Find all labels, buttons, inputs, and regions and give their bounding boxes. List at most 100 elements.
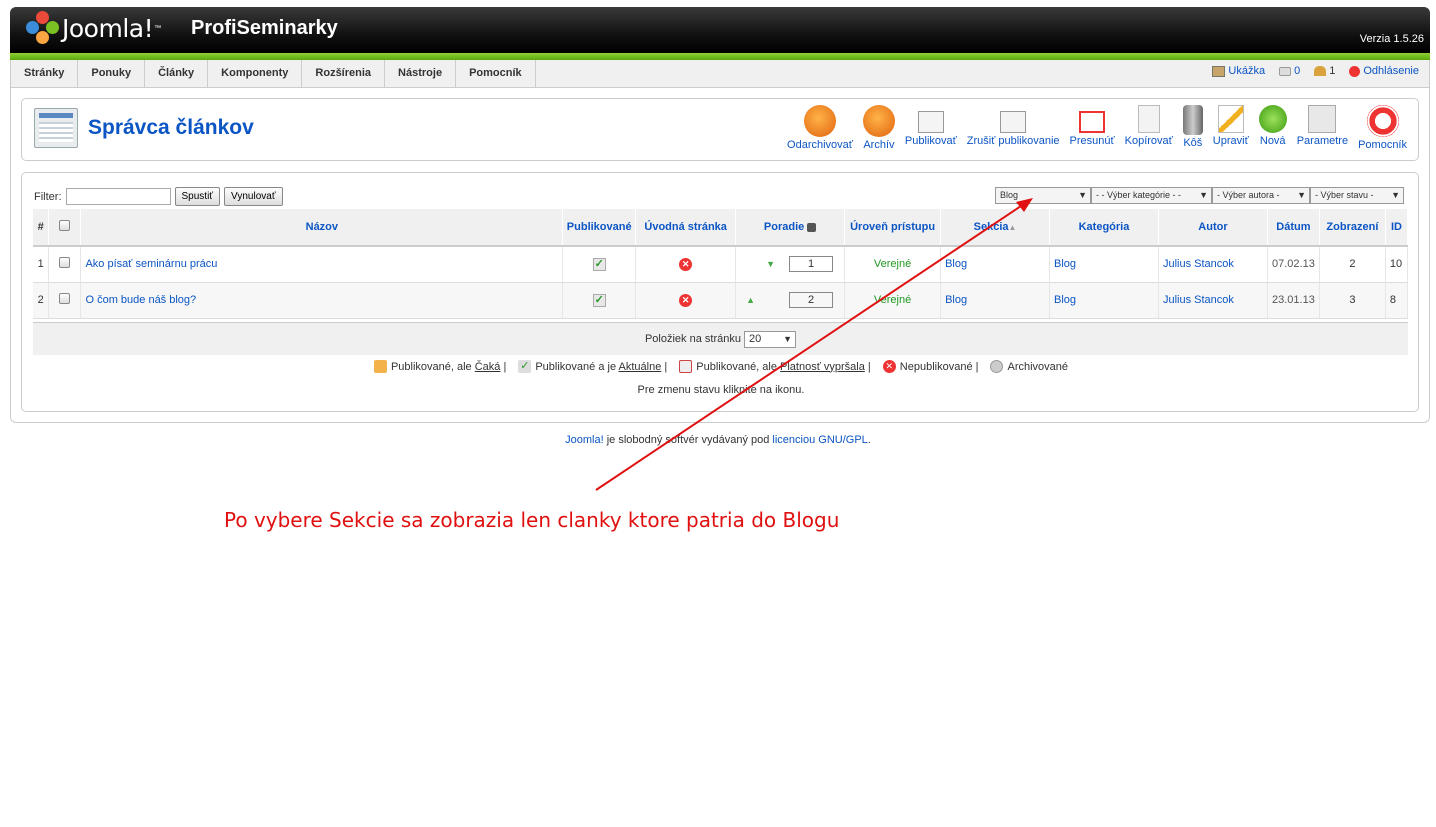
toolbar-button-unarchive[interactable]: Odarchivovať (782, 105, 858, 151)
col-title[interactable]: Názov (80, 209, 564, 247)
not-frontpage-icon[interactable]: ✕ (679, 257, 693, 271)
move-up-icon[interactable]: ▲ (746, 295, 755, 305)
toolbar-button-unpublish[interactable]: Zrušiť publikovanie (962, 105, 1065, 151)
edit-icon (1217, 105, 1244, 133)
row-id: 10 (1385, 246, 1409, 283)
row-checkbox-cell (48, 282, 82, 319)
category-link[interactable]: Blog (1054, 258, 1076, 270)
toolbar-button-label: Nová (1259, 135, 1286, 147)
toolbar-button-new[interactable]: Nová (1254, 105, 1292, 151)
article-title-link[interactable]: O čom bude náš blog? (85, 294, 196, 306)
toolbar-button-trash[interactable]: Kôš (1178, 105, 1208, 151)
row-order-cell: ▼ 1 (735, 246, 846, 283)
col-num: # (33, 209, 50, 247)
published-check-icon[interactable]: ✓ (592, 257, 606, 271)
main-menu: Stránky Ponuky Články Komponenty Rozšíre… (10, 60, 1430, 88)
items-per-page-value: 20 (749, 332, 762, 345)
col-date[interactable]: Dátum (1267, 209, 1320, 247)
order-input[interactable]: 1 (789, 256, 834, 273)
chevron-down-icon: ▼ (783, 333, 793, 344)
author-link[interactable]: Julius Stancok (1163, 258, 1234, 270)
articles-table: # Názov Publikované Úvodná stránka Porad… (33, 209, 1409, 319)
copy-icon (1137, 105, 1160, 133)
row-access[interactable]: Verejné (844, 282, 942, 319)
chevron-down-icon: ▼ (1297, 190, 1306, 200)
messages-count-label[interactable]: 0 (1294, 65, 1300, 77)
article-title-link[interactable]: Ako písať seminárnu prácu (85, 258, 217, 270)
filter-go-button[interactable]: Spustiť (174, 187, 221, 206)
legend-current: Publikované a je Aktuálne | (535, 361, 667, 373)
current-icon: ✓ (518, 360, 532, 373)
pagination-bar: Položiek na stránku 20 ▼ (33, 322, 1408, 355)
filter-reset-button[interactable]: Vynulovať (224, 187, 283, 206)
state-select[interactable]: - Výber stavu - ▼ (1310, 187, 1404, 204)
author-link[interactable]: Julius Stancok (1163, 294, 1234, 306)
section-link[interactable]: Blog (945, 258, 967, 270)
row-access[interactable]: Verejné (844, 246, 942, 283)
joomla-logo-icon (26, 11, 60, 45)
author-select-value: - Výber autora - (1217, 190, 1280, 200)
row-checkbox[interactable] (59, 257, 71, 269)
users-count: 1 (1314, 65, 1335, 77)
section-select-value: Blog (1000, 190, 1019, 200)
menu-item-articles[interactable]: Články (145, 60, 209, 87)
order-input[interactable]: 2 (789, 292, 834, 308)
messages-count[interactable]: 0 (1279, 65, 1300, 77)
menu-item-extensions[interactable]: Rozšírenia (302, 60, 386, 87)
save-order-icon[interactable] (807, 222, 817, 232)
joomla-link[interactable]: Joomla! (565, 434, 604, 446)
preview-label[interactable]: Ukážka (1228, 65, 1265, 77)
section-select[interactable]: Blog ▼ (995, 187, 1091, 204)
toolbar-button-label: Parametre (1296, 135, 1349, 147)
row-published-cell: ✓ (562, 282, 637, 319)
preview-link[interactable]: Ukážka (1212, 65, 1265, 77)
col-frontpage[interactable]: Úvodná stránka (635, 209, 737, 247)
state-select-value: - Výber stavu - (1315, 190, 1374, 200)
toolbar-button-copy[interactable]: Kopírovať (1120, 105, 1178, 151)
row-hits: 3 (1319, 282, 1386, 319)
col-published[interactable]: Publikované (562, 209, 637, 247)
row-id: 8 (1385, 282, 1409, 319)
col-hits[interactable]: Zobrazení (1319, 209, 1386, 247)
col-order[interactable]: Poradie (735, 209, 846, 247)
row-date: 07.02.13 (1267, 246, 1320, 283)
col-category[interactable]: Kategória (1049, 209, 1159, 247)
items-per-page-select[interactable]: 20 ▼ (744, 330, 797, 348)
move-down-icon[interactable]: ▼ (766, 259, 775, 269)
menu-item-tools[interactable]: Nástroje (385, 60, 457, 87)
legend-archived: Archivované (1007, 360, 1069, 373)
license-link[interactable]: licenciou GNU/GPL (772, 434, 867, 446)
row-checkbox[interactable] (59, 293, 71, 304)
row-author-cell: Julius Stancok (1158, 282, 1268, 319)
col-order-label: Poradie (763, 221, 805, 233)
author-select[interactable]: - Výber autora - ▼ (1212, 187, 1310, 204)
category-link[interactable]: Blog (1054, 294, 1076, 306)
published-check-icon[interactable]: ✓ (592, 293, 606, 307)
page-title: Správca článkov (88, 116, 254, 139)
col-author[interactable]: Autor (1158, 209, 1268, 247)
logout-label[interactable]: Odhlásenie (1363, 65, 1419, 77)
row-section-cell: Blog (940, 282, 1051, 319)
toolbar-button-archive[interactable]: Archív (858, 105, 900, 151)
col-access[interactable]: Úroveň prístupu (844, 209, 942, 247)
toolbar-button-params[interactable]: Parametre (1292, 105, 1353, 151)
col-id[interactable]: ID (1385, 209, 1409, 247)
menu-item-menus[interactable]: Ponuky (78, 60, 146, 87)
filter-bar: Filter: Spustiť Vynulovať (34, 187, 283, 206)
menu-item-help[interactable]: Pomocník (456, 60, 536, 87)
toolbar-button-help[interactable]: Pomocník (1353, 105, 1412, 151)
filter-input[interactable] (65, 188, 171, 205)
menu-item-components[interactable]: Komponenty (208, 60, 303, 87)
menu-item-pages[interactable]: Stránky (11, 60, 79, 87)
toolbar-button-move[interactable]: Presunúť (1065, 105, 1120, 151)
category-select[interactable]: - - Výber kategórie - - ▼ (1091, 187, 1212, 204)
select-all-checkbox[interactable] (59, 220, 71, 231)
unarchive-icon (803, 105, 836, 137)
col-section[interactable]: Sekcia▲ (940, 209, 1051, 247)
toolbar-button-edit[interactable]: Upraviť (1208, 105, 1254, 151)
toolbar-button-label: Kôš (1183, 137, 1203, 149)
section-link[interactable]: Blog (945, 294, 967, 306)
logout-link[interactable]: Odhlásenie (1349, 65, 1419, 77)
toolbar-button-publish[interactable]: Publikovať (900, 105, 962, 151)
not-frontpage-icon[interactable]: ✕ (679, 293, 693, 307)
